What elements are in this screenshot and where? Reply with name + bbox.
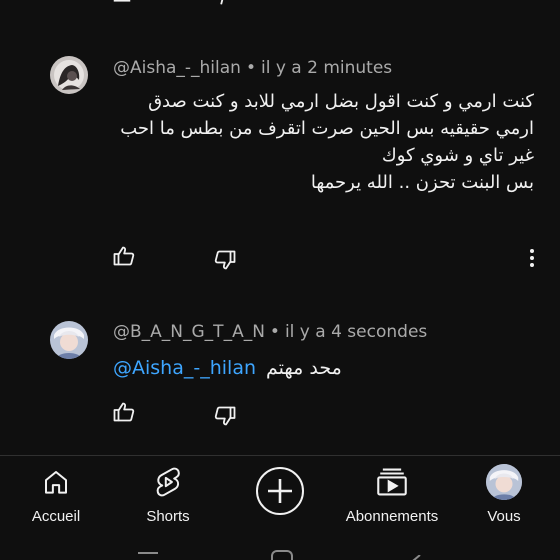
- mention-link[interactable]: @Aisha_-_hilan: [113, 357, 256, 379]
- like-button[interactable]: [111, 245, 137, 271]
- you-avatar: [486, 464, 522, 500]
- comment-text: كنت ارمي و كنت اقول بضل ارمي للابد و كنت…: [104, 88, 534, 196]
- comment-meta: @Aisha_-_hilan • il y a 2 minutes: [113, 57, 392, 79]
- more-options-button[interactable]: [522, 247, 542, 273]
- nav-item-shorts[interactable]: Shorts: [138, 456, 198, 536]
- comment-author[interactable]: @Aisha_-_hilan: [113, 58, 241, 78]
- avatar[interactable]: [50, 56, 88, 94]
- nav-item-you[interactable]: Vous: [479, 456, 529, 536]
- thumb-up-icon: [112, 244, 136, 272]
- system-nav-bar: [0, 548, 560, 560]
- nav-label: Shorts: [146, 508, 190, 525]
- home-icon: [41, 464, 71, 500]
- comment-author[interactable]: @B_A_N_G_T_A_N: [113, 322, 265, 342]
- thumb-down-icon: [213, 404, 237, 432]
- thumb-down-icon[interactable]: [212, 0, 234, 8]
- recents-icon[interactable]: [138, 552, 158, 554]
- shorts-icon: [153, 464, 183, 500]
- comment-line: غير تاي و شوي كوك: [381, 145, 534, 166]
- comment-time: il y a 2 minutes: [260, 58, 393, 78]
- home-system-icon[interactable]: [271, 550, 293, 560]
- thumb-up-icon[interactable]: [111, 0, 133, 8]
- nav-item-subscriptions[interactable]: Abonnements: [337, 456, 447, 536]
- comment-line: ارمي حقيقيه بس الحين صرت اتقرف من بطس ما…: [120, 118, 534, 139]
- thumb-down-icon: [213, 248, 237, 276]
- comments-screen: @Aisha_-_hilan • il y a 2 minutes كنت ارمي…: [0, 0, 560, 560]
- nav-label: Accueil: [31, 508, 81, 525]
- like-button[interactable]: [111, 401, 137, 427]
- comment-line: بس البنت تحزن .. الله يرحمها: [310, 172, 534, 193]
- more-vertical-icon: [529, 248, 535, 272]
- comment-text: @Aisha_-_hilan محد مهتم: [113, 354, 342, 382]
- nav-label: Abonnements: [345, 508, 439, 525]
- comment-line: كنت ارمي و كنت اقول بضل ارمي للابد و كنت…: [148, 91, 534, 112]
- nav-label: Vous: [487, 508, 521, 525]
- nav-item-home[interactable]: Accueil: [26, 456, 86, 536]
- dislike-button[interactable]: [212, 249, 238, 275]
- meta-separator: •: [269, 322, 280, 342]
- thumb-up-icon: [112, 400, 136, 428]
- dislike-button[interactable]: [212, 405, 238, 431]
- avatar[interactable]: [50, 321, 88, 359]
- plus-circle-icon: [255, 467, 305, 520]
- meta-separator: •: [245, 58, 256, 78]
- create-button[interactable]: [255, 466, 304, 515]
- bottom-nav: Accueil Shorts Abonnements Vous: [0, 456, 560, 560]
- comment-meta: @B_A_N_G_T_A_N • il y a 4 secondes: [113, 321, 427, 343]
- subscriptions-icon: [375, 464, 409, 500]
- comment-time: il y a 4 secondes: [284, 322, 428, 342]
- back-icon[interactable]: [406, 550, 422, 560]
- reply-text: محد مهتم: [266, 357, 342, 379]
